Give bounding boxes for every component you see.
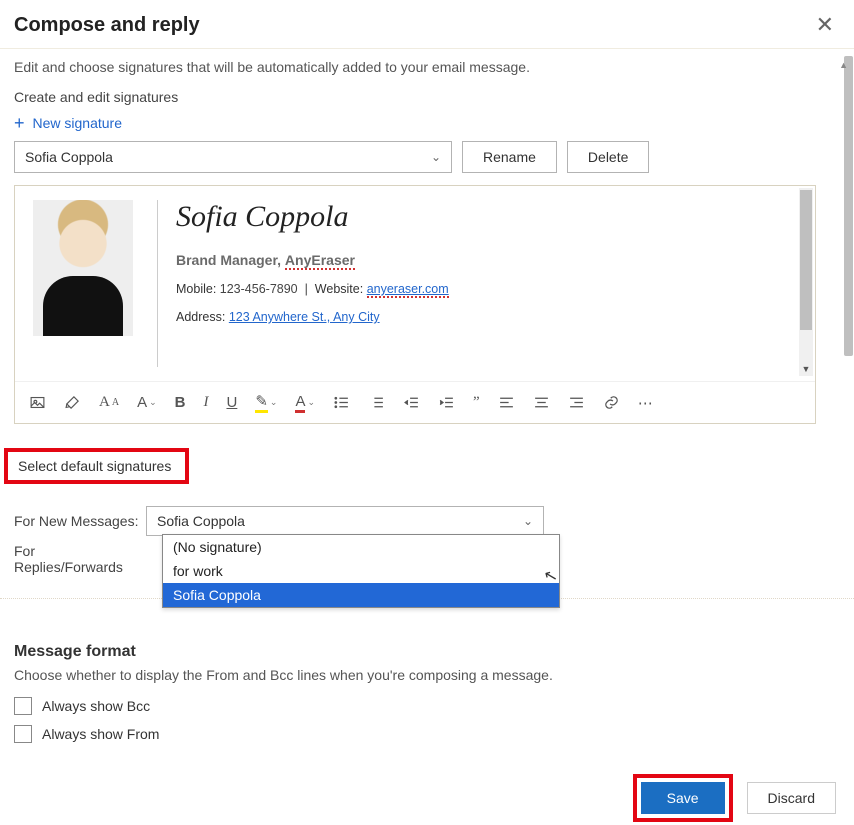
rename-button[interactable]: Rename — [462, 141, 557, 173]
close-icon[interactable]: ✕ — [812, 10, 838, 40]
more-icon[interactable]: ⋯ — [638, 394, 653, 412]
numbering-icon[interactable] — [368, 394, 385, 411]
chevron-down-icon: ⌄ — [523, 514, 533, 528]
signature-dropdown[interactable]: (No signature) for work Sofia Coppola — [162, 534, 560, 608]
signature-select[interactable]: Sofia Coppola ⌄ — [14, 141, 452, 173]
new-signature-label: New signature — [33, 115, 123, 131]
align-left-icon[interactable] — [498, 394, 515, 411]
new-messages-value: Sofia Coppola — [157, 513, 245, 529]
chevron-down-icon: ⌄ — [431, 150, 441, 164]
discard-button[interactable]: Discard — [747, 782, 836, 814]
format-painter-icon[interactable] — [64, 394, 81, 411]
signature-address-line: Address: 123 Anywhere St., Any City — [176, 310, 449, 324]
indent-icon[interactable] — [438, 394, 455, 411]
underline-icon[interactable]: U — [226, 394, 237, 411]
bullets-icon[interactable] — [333, 394, 350, 411]
signature-photo — [33, 200, 133, 336]
save-button[interactable]: Save — [641, 782, 725, 814]
default-signatures-heading: Select default signatures — [4, 448, 189, 484]
outdent-icon[interactable] — [403, 394, 420, 411]
always-show-from-checkbox[interactable] — [14, 725, 32, 743]
signature-editor[interactable]: Sofia Coppola Brand Manager, AnyEraser M… — [14, 185, 816, 424]
page-description: Edit and choose signatures that will be … — [14, 59, 840, 75]
quote-icon[interactable]: ” — [473, 394, 480, 411]
always-show-bcc-checkbox[interactable] — [14, 697, 32, 715]
font-size-icon[interactable]: A⌄ — [137, 394, 157, 411]
always-show-from-label: Always show From — [42, 726, 159, 742]
scroll-up-icon[interactable]: ▲ — [839, 60, 848, 70]
dropdown-option-forwork[interactable]: for work — [163, 559, 559, 583]
italic-icon[interactable]: I — [203, 394, 208, 411]
align-center-icon[interactable] — [533, 394, 550, 411]
website-link[interactable]: anyeraser.com — [367, 282, 449, 298]
message-format-description: Choose whether to display the From and B… — [14, 667, 840, 683]
page-title: Compose and reply — [14, 14, 200, 37]
signature-select-value: Sofia Coppola — [25, 149, 113, 165]
font-family-icon[interactable]: AA — [99, 394, 119, 411]
font-color-icon[interactable]: A⌄ — [295, 393, 315, 413]
page-scrollbar[interactable] — [844, 56, 853, 356]
address-link[interactable]: 123 Anywhere St., Any City — [229, 310, 380, 324]
signature-contact-line: Mobile: 123-456-7890 | Website: anyerase… — [176, 282, 449, 298]
new-messages-label: For New Messages: — [14, 513, 146, 529]
highlight-icon[interactable]: ✎⌄ — [255, 392, 277, 413]
bold-icon[interactable]: B — [175, 394, 186, 411]
create-signatures-label: Create and edit signatures — [14, 89, 840, 105]
signature-name: Sofia Coppola — [176, 200, 449, 234]
save-highlight: Save — [633, 774, 733, 822]
signature-job-title: Brand Manager, AnyEraser — [176, 252, 449, 270]
always-show-bcc-label: Always show Bcc — [42, 698, 150, 714]
format-toolbar: AA A⌄ B I U ✎⌄ A⌄ ” ⋯ — [15, 381, 815, 423]
link-icon[interactable] — [603, 394, 620, 411]
plus-icon: + — [14, 116, 25, 130]
replies-forwards-label: For Replies/Forwards — [14, 543, 146, 575]
dropdown-option-sofia[interactable]: Sofia Coppola — [163, 583, 559, 607]
signature-content[interactable]: Sofia Coppola Brand Manager, AnyEraser M… — [157, 200, 449, 367]
insert-image-icon[interactable] — [29, 394, 46, 411]
message-format-heading: Message format — [14, 643, 840, 661]
dropdown-option-none[interactable]: (No signature) — [163, 535, 559, 559]
editor-scrollbar[interactable]: ▼ — [799, 188, 813, 376]
new-signature-button[interactable]: + New signature — [14, 111, 840, 141]
delete-button[interactable]: Delete — [567, 141, 649, 173]
new-messages-select[interactable]: Sofia Coppola ⌄ — [146, 506, 544, 536]
align-right-icon[interactable] — [568, 394, 585, 411]
